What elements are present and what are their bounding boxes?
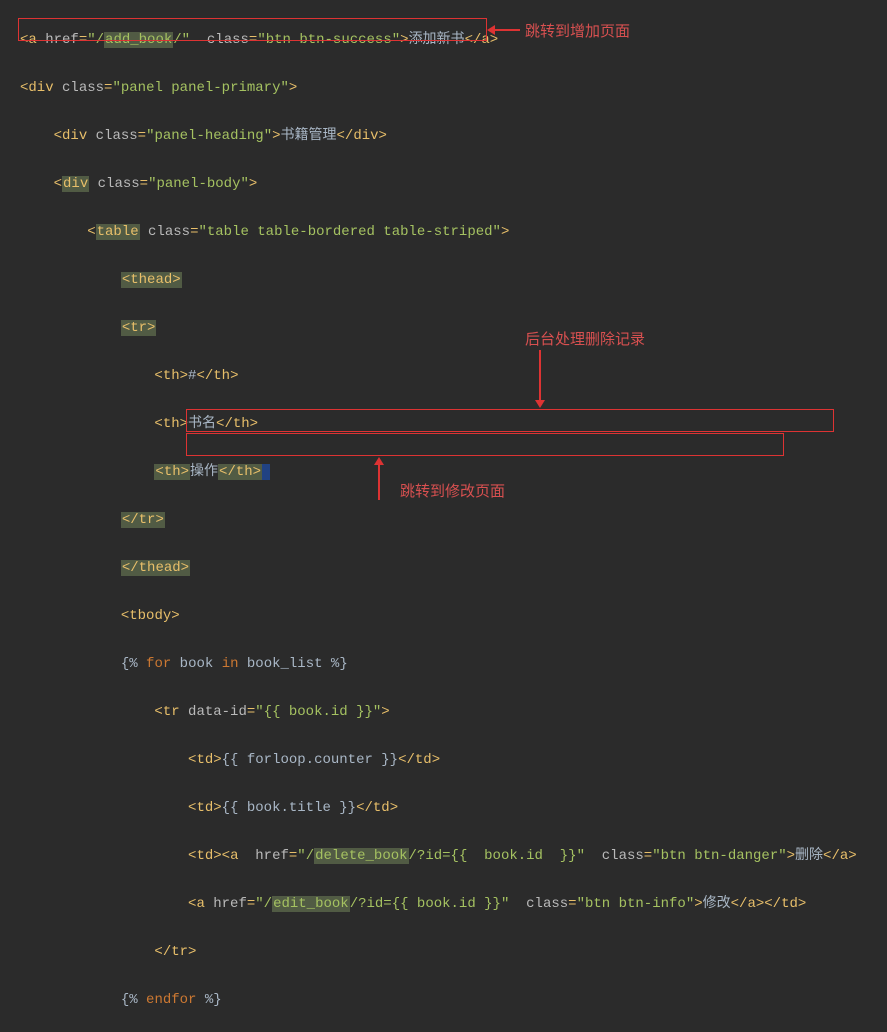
text-cursor xyxy=(262,464,270,480)
code-editor[interactable]: <a href="/add_book/" class="btn btn-succ… xyxy=(0,0,887,1032)
arrow-icon xyxy=(378,460,380,500)
code-line: <div class="panel-body"> xyxy=(20,172,887,196)
code-line: </tr> xyxy=(20,508,887,532)
code-line: <td><a href="/delete_book/?id={{ book.id… xyxy=(20,844,887,868)
code-line: <a href="/add_book/" class="btn btn-succ… xyxy=(20,28,887,52)
code-line: <div class="panel-heading">书籍管理</div> xyxy=(20,124,887,148)
code-line: </tr> xyxy=(20,940,887,964)
annotation-middle: 后台处理删除记录 xyxy=(525,328,645,352)
annotation-top: 跳转到增加页面 xyxy=(525,20,630,44)
code-line: {% for book in book_list %} xyxy=(20,652,887,676)
code-line: <tr> xyxy=(20,316,887,340)
code-line: <th>#</th> xyxy=(20,364,887,388)
code-line: <td>{{ forloop.counter }}</td> xyxy=(20,748,887,772)
code-line: </thead> xyxy=(20,556,887,580)
code-line: <div class="panel panel-primary"> xyxy=(20,76,887,100)
code-line: <a href="/edit_book/?id={{ book.id }}" c… xyxy=(20,892,887,916)
code-line: <td>{{ book.title }}</td> xyxy=(20,796,887,820)
code-line: <table class="table table-bordered table… xyxy=(20,220,887,244)
arrow-icon xyxy=(539,350,541,405)
code-line: <tbody> xyxy=(20,604,887,628)
arrow-icon xyxy=(490,29,520,31)
code-line: <tr data-id="{{ book.id }}"> xyxy=(20,700,887,724)
code-line: {% endfor %} xyxy=(20,988,887,1012)
annotation-bottom: 跳转到修改页面 xyxy=(400,480,505,504)
code-line: <thead> xyxy=(20,268,887,292)
code-line: <th>书名</th> xyxy=(20,412,887,436)
